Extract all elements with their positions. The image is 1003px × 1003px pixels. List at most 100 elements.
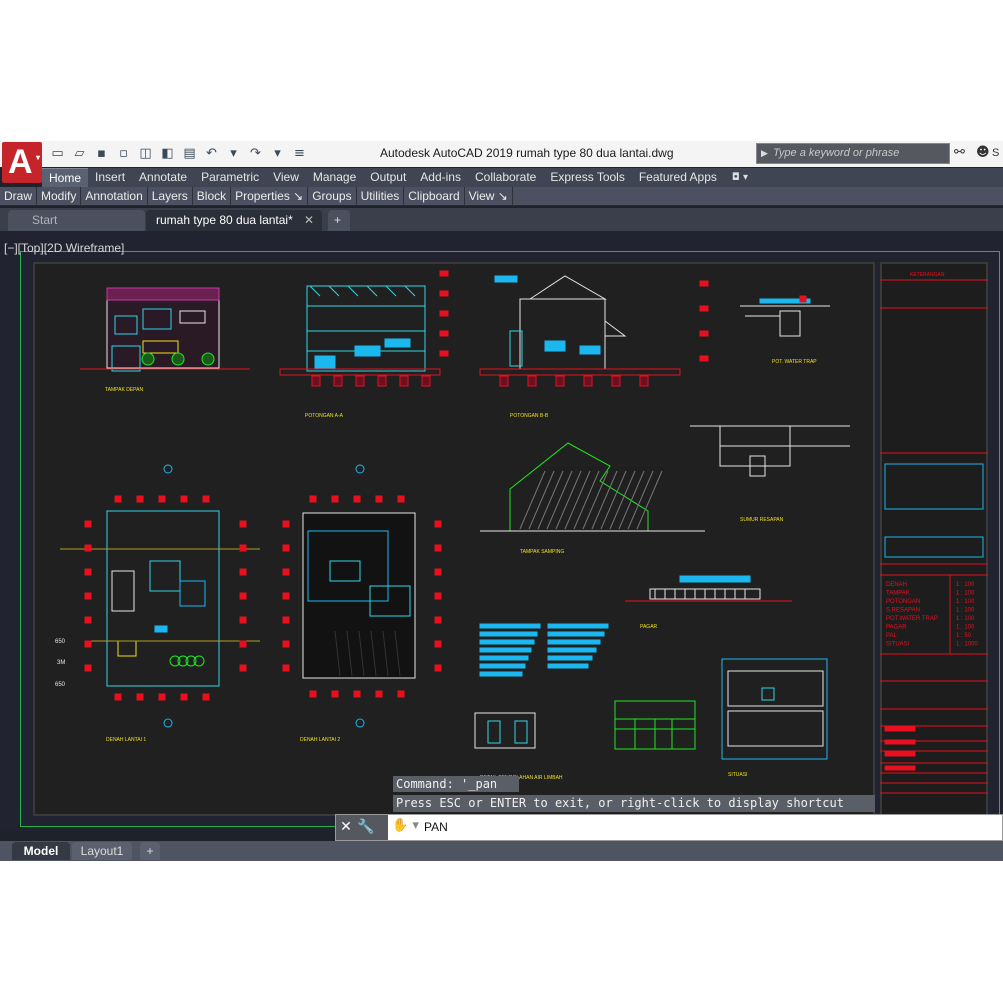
floor-plan-2 [302, 512, 416, 679]
search-input[interactable]: ▶ Type a keyword or phrase [756, 143, 950, 164]
tab-output[interactable]: Output [363, 168, 413, 187]
viewport-controls[interactable]: [−][Top][2D Wireframe] [4, 241, 124, 255]
tab-express-tools[interactable]: Express Tools [543, 168, 631, 187]
tab-home[interactable]: Home [42, 168, 89, 187]
chamber [514, 720, 528, 744]
save-as-icon[interactable]: ▫ [114, 144, 133, 163]
new-tab-button[interactable]: + [328, 210, 350, 231]
dim-mark [434, 616, 442, 624]
footing [333, 375, 343, 387]
file-tab-drawing[interactable]: rumah type 80 dua lantai* ✕ [146, 210, 322, 231]
drawing-area[interactable]: TAMPAK DEPAN POTONGAN A-A POTONGAN B-B POT.… [0, 231, 1003, 841]
dim-label: 650 [55, 639, 66, 645]
footing [499, 375, 509, 387]
panel-groups[interactable]: Groups [308, 187, 357, 206]
dim-mark [282, 592, 290, 600]
label-pagar: PAGAR [640, 624, 658, 630]
hand-pan-icon[interactable]: ✋ ▾ [392, 818, 419, 833]
close-command-icon[interactable]: ✕ [336, 815, 356, 840]
tab-layout1[interactable]: Layout1 [72, 842, 132, 860]
user-label[interactable]: S [992, 147, 999, 159]
room [149, 560, 181, 592]
label-tampak-depan: TAMPAK DEPAN [105, 387, 143, 393]
redo-dropdown-icon[interactable]: ▾ [268, 144, 287, 163]
save-web-icon[interactable]: ◧ [158, 144, 177, 163]
note-line [479, 631, 538, 637]
command-line[interactable]: ✕ 🔧 ✋ ▾ PAN [335, 814, 1003, 841]
grid-bubble [355, 718, 365, 728]
callout [679, 575, 751, 583]
dim-mark [375, 495, 383, 503]
tab-insert[interactable]: Insert [88, 168, 132, 187]
tab-manage[interactable]: Manage [306, 168, 363, 187]
open-icon[interactable]: ▱ [70, 144, 89, 163]
tab-parametric[interactable]: Parametric [194, 168, 266, 187]
footing [611, 375, 621, 387]
dim-mark [239, 664, 247, 672]
close-icon[interactable]: ✕ [304, 210, 314, 231]
file-tab-start[interactable]: Start [8, 210, 145, 231]
dim-mark [282, 520, 290, 528]
panel-view[interactable]: View ↘ [465, 187, 513, 206]
add-layout-button[interactable]: + [140, 842, 160, 860]
panel-modify[interactable]: Modify [37, 187, 82, 206]
tb-logo-box [884, 463, 984, 510]
panel-properties[interactable]: Properties ↘ [231, 187, 309, 206]
note-line [479, 647, 532, 653]
label-potongan-bb: POTONGAN B-B [510, 413, 549, 419]
note-line [547, 655, 593, 661]
footing [421, 375, 431, 387]
dim-mark [699, 280, 709, 287]
dim-mark [84, 568, 92, 576]
drawing-line [328, 285, 340, 297]
redo-icon[interactable]: ↷ [246, 144, 265, 163]
tab-model[interactable]: Model [12, 842, 70, 860]
car-icon [117, 640, 137, 657]
tab-annotate[interactable]: Annotate [132, 168, 194, 187]
panel-block[interactable]: Block [193, 187, 232, 206]
tab-view[interactable]: View [266, 168, 306, 187]
search-expand-icon[interactable]: ▶ [761, 144, 768, 163]
undo-dropdown-icon[interactable]: ▾ [224, 144, 243, 163]
customize-wrench-icon[interactable]: 🔧 [356, 815, 376, 840]
open-web-icon[interactable]: ◫ [136, 144, 155, 163]
panel-annotation[interactable]: Annotation [81, 187, 148, 206]
tab-featured-apps[interactable]: Featured Apps [632, 168, 724, 187]
chamber [487, 720, 501, 744]
dim-mark [309, 495, 317, 503]
tab-add-ins[interactable]: Add-ins [413, 168, 468, 187]
application-menu-button[interactable]: A ▾ [2, 142, 42, 183]
note-line [479, 663, 526, 669]
dim-mark [331, 495, 339, 503]
panel-draw[interactable]: Draw [0, 187, 38, 206]
water-trap [779, 310, 801, 337]
plot-icon[interactable]: ▤ [180, 144, 199, 163]
binoculars-icon[interactable]: ⚯ [954, 145, 965, 160]
dim-label: 3M [57, 660, 65, 666]
command-input[interactable]: PAN [424, 820, 824, 834]
foundation [479, 368, 681, 376]
front-roof [106, 287, 220, 301]
dim-mark [114, 495, 122, 503]
dim-mark [309, 690, 317, 698]
command-line-tools: ✕ 🔧 [336, 815, 388, 840]
user-icon[interactable]: ☻ [976, 145, 990, 160]
save-icon[interactable]: ▪ [92, 144, 111, 163]
dim-mark [114, 693, 122, 701]
undo-icon[interactable]: ↶ [202, 144, 221, 163]
tab-collaborate[interactable]: Collaborate [468, 168, 543, 187]
dim-mark [282, 568, 290, 576]
footing [399, 375, 409, 387]
panel-clipboard[interactable]: Clipboard [404, 187, 465, 206]
customize-icon[interactable]: ≡ [290, 144, 309, 163]
panel-utilities[interactable]: Utilities [357, 187, 405, 206]
new-icon[interactable]: ▭ [48, 144, 67, 163]
panel-layers[interactable]: Layers [148, 187, 193, 206]
tb-item: DENAH [886, 582, 907, 588]
ribbon-display-options[interactable]: ◘ ▾ [724, 168, 748, 187]
furniture [314, 355, 336, 369]
tb-bar [884, 765, 916, 771]
drawing-canvas[interactable]: TAMPAK DEPAN POTONGAN A-A POTONGAN B-B POT.… [0, 231, 1003, 831]
room [179, 580, 206, 607]
dim-mark [84, 616, 92, 624]
